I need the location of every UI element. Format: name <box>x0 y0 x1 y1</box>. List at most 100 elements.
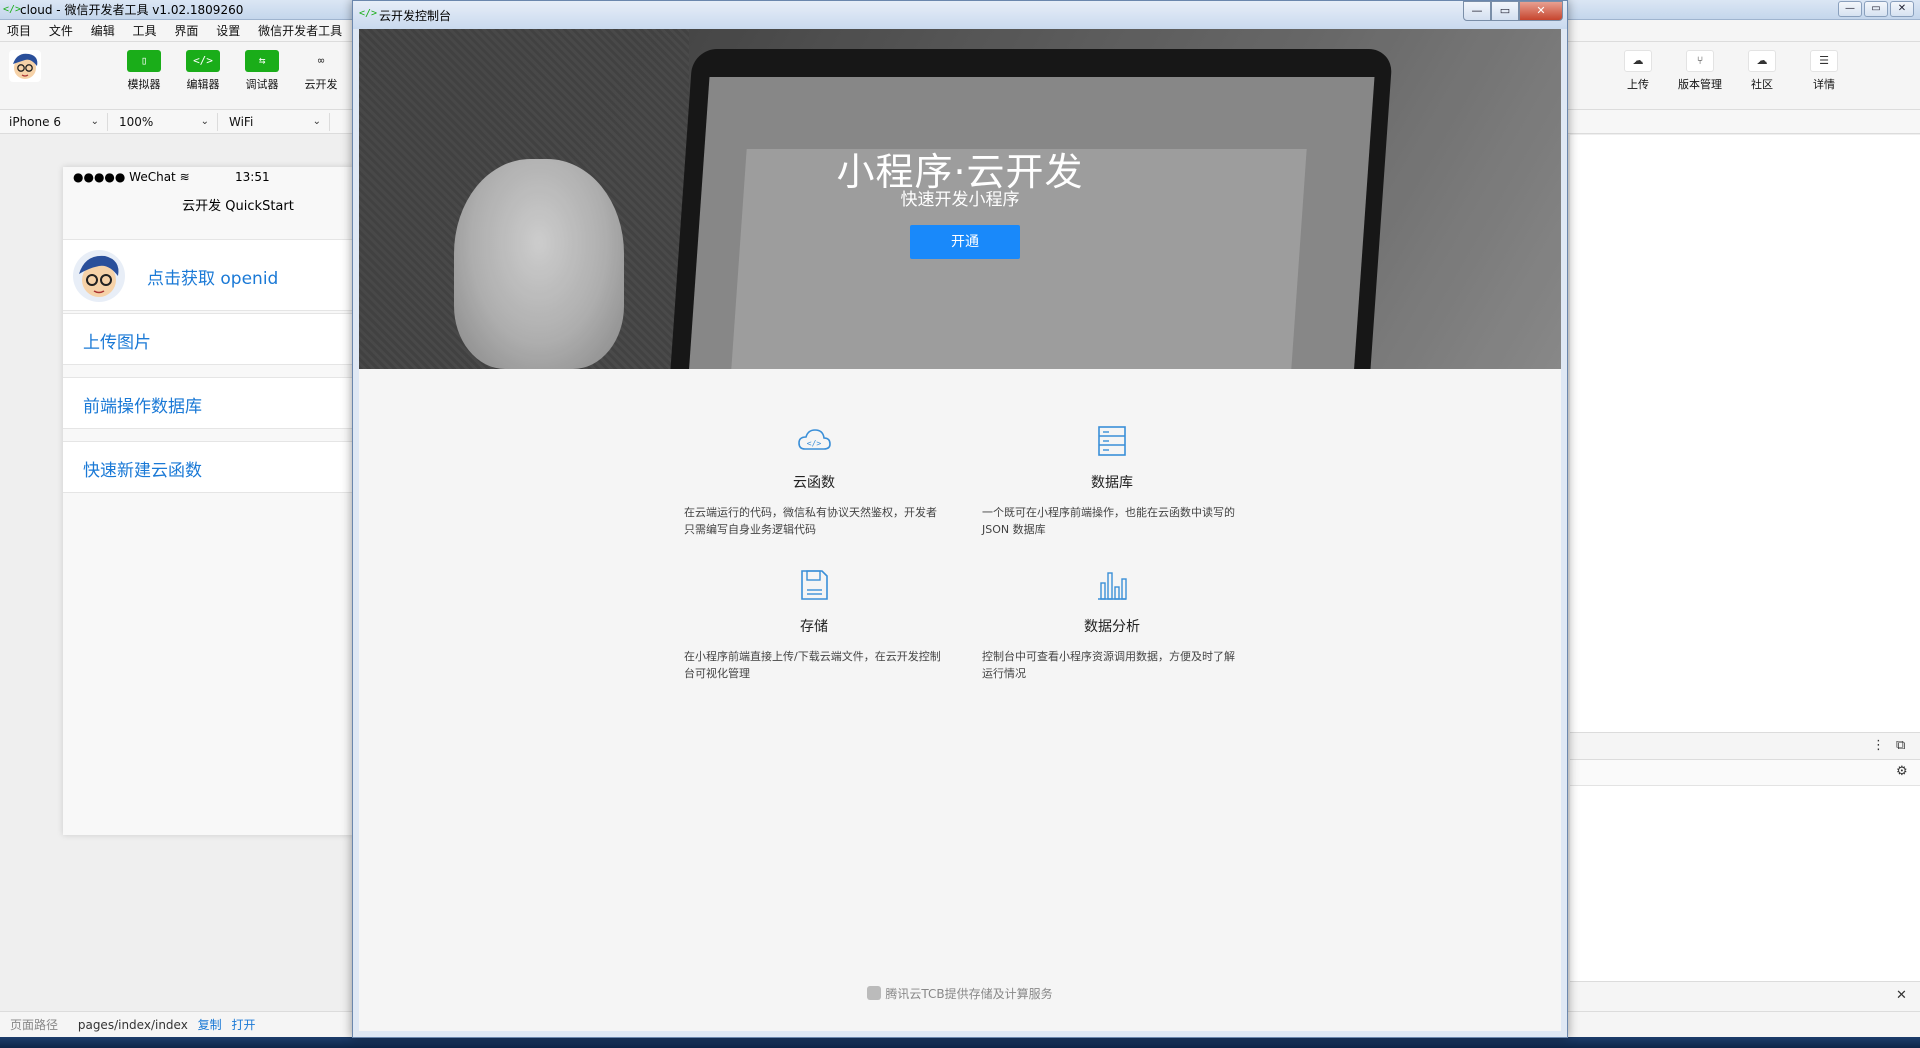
maximize-icon[interactable]: ▭ <box>1864 1 1888 17</box>
app-logo-icon: </> <box>359 8 378 19</box>
app-logo-icon: </> <box>3 4 22 15</box>
network-select[interactable]: WiFi ⌄ <box>220 113 330 131</box>
upload-icon: ☁ <box>1624 50 1652 72</box>
editor-label: 编辑器 <box>186 78 220 91</box>
version-icon: ⑂ <box>1686 50 1714 72</box>
close-icon[interactable]: ✕ <box>1519 1 1563 21</box>
user-avatar[interactable] <box>9 50 41 82</box>
debug-icon: ⇆ <box>245 50 279 72</box>
debug-panel-subheader: ⚙ <box>1570 760 1920 786</box>
debug-panel-header: ⋮ ⧉ <box>1570 732 1920 760</box>
wifi-icon: ≋ <box>179 170 190 184</box>
simulator-label: 模拟器 <box>127 78 161 91</box>
console-titlebar: </> 云开发控制台 — ▭ ✕ <box>353 1 1567 29</box>
storage-icon <box>801 570 828 600</box>
device-select[interactable]: iPhone 6 ⌄ <box>0 113 108 131</box>
zoom-select[interactable]: 100% ⌄ <box>110 113 218 131</box>
nav-title: 云开发 QuickStart <box>63 187 353 227</box>
menu-item-project[interactable]: 项目 <box>0 20 38 42</box>
analytics-icon <box>1098 572 1127 600</box>
feature-name: 数据分析 <box>1084 619 1140 635</box>
cloud-dev-button[interactable]: ∞ 云开发 <box>296 50 346 92</box>
maximize-icon[interactable]: ▭ <box>1491 1 1519 21</box>
chevron-down-icon: ⌄ <box>200 116 209 127</box>
avatar-icon <box>79 255 119 297</box>
minimize-icon[interactable]: — <box>1838 1 1862 17</box>
close-icon[interactable]: ✕ <box>1896 988 1907 1003</box>
cloud-dev-label: 云开发 <box>304 78 338 91</box>
frontend-db-text: 前端操作数据库 <box>83 397 202 417</box>
menu-item-tools[interactable]: 工具 <box>126 20 164 42</box>
minimize-icon[interactable]: — <box>1463 1 1491 21</box>
database-icon <box>1098 426 1126 456</box>
feature-desc: 在小程序前端直接上传/下载云端文件，在云开发控制台可视化管理 <box>684 650 941 680</box>
network-value: WiFi <box>229 115 254 129</box>
hero-subtitle: 快速开发小程序 <box>900 190 1020 210</box>
feature-name: 数据库 <box>1091 475 1133 491</box>
get-openid-item[interactable]: 点击获取 openid <box>63 239 353 311</box>
sim-avatar <box>73 250 125 302</box>
gear-icon[interactable]: ⚙ <box>1896 764 1908 779</box>
svg-text:</>: </> <box>807 439 822 448</box>
more-icon[interactable]: ⋮ <box>1872 738 1885 753</box>
phone-screen: ●●●●● WeChat ≋ 13:51 云开发 QuickStart 点击获取… <box>63 167 353 835</box>
menu-item-file[interactable]: 文件 <box>42 20 80 42</box>
feature-desc: 控制台中可查看小程序资源调用数据，方便及时了解运行情况 <box>982 650 1235 680</box>
open-path-link[interactable]: 打开 <box>231 1018 255 1032</box>
version-label: 版本管理 <box>1678 78 1722 91</box>
feature-storage: 存储 在小程序前端直接上传/下载云端文件，在云开发控制台可视化管理 <box>684 569 944 682</box>
hero-banner: 小程序·云开发 快速开发小程序 开通 <box>359 29 1561 369</box>
upload-image-item[interactable]: 上传图片 <box>63 313 353 365</box>
frontend-db-item[interactable]: 前端操作数据库 <box>63 377 353 429</box>
os-taskbar <box>0 1037 1920 1048</box>
ide-title: cloud - 微信开发者工具 v1.02.1809260 <box>20 3 244 17</box>
upload-label: 上传 <box>1627 78 1649 91</box>
menu-item-settings[interactable]: 设置 <box>209 20 247 42</box>
details-icon: ☰ <box>1810 50 1838 72</box>
feature-cloud-function: </> 云函数 在云端运行的代码，微信私有协议天然鉴权，开发者只需编写自身业务逻… <box>684 425 944 538</box>
feature-database: 数据库 一个既可在小程序前端操作，也能在云函数中读写的 JSON 数据库 <box>982 425 1242 538</box>
details-button[interactable]: ☰ 详情 <box>1796 50 1852 92</box>
close-icon[interactable]: ✕ <box>1890 1 1914 17</box>
chevron-down-icon: ⌄ <box>90 116 99 127</box>
console-window-controls: — ▭ ✕ <box>1463 1 1563 21</box>
editor-button[interactable]: </> 编辑器 <box>178 50 228 92</box>
feature-name: 云函数 <box>793 475 835 491</box>
get-openid-text: 点击获取 openid <box>147 269 279 289</box>
console-title: 云开发控制台 <box>379 9 452 23</box>
cloud-console-window: </> 云开发控制台 — ▭ ✕ 小程序·云开发 快速开发小程序 开通 </> … <box>352 0 1568 1038</box>
footer-text: 腾讯云TCB提供存储及计算服务 <box>885 987 1053 1001</box>
copy-path-link[interactable]: 复制 <box>198 1018 222 1032</box>
community-button[interactable]: ☁ 社区 <box>1734 50 1790 92</box>
dock-icon[interactable]: ⧉ <box>1896 738 1905 753</box>
carrier-text: ●●●●● WeChat ≋ <box>73 170 190 184</box>
menu-item-view[interactable]: 界面 <box>167 20 205 42</box>
cloud-function-icon: </> <box>798 429 831 450</box>
menu-item-devtools[interactable]: 微信开发者工具 <box>251 20 349 42</box>
upload-image-text: 上传图片 <box>83 333 151 353</box>
right-panel: ⋮ ⧉ ⚙ ✕ <box>1570 135 1920 1011</box>
new-cloud-function-text: 快速新建云函数 <box>83 461 202 481</box>
debugger-button[interactable]: ⇆ 调试器 <box>237 50 287 92</box>
upload-button[interactable]: ☁ 上传 <box>1610 50 1666 92</box>
simulator-area: ●●●●● WeChat ≋ 13:51 云开发 QuickStart 点击获取… <box>0 135 353 1011</box>
cloud-link-icon: ∞ <box>317 54 325 67</box>
version-button[interactable]: ⑂ 版本管理 <box>1672 50 1728 92</box>
device-value: iPhone 6 <box>9 115 61 129</box>
zoom-value: 100% <box>119 115 154 129</box>
simulator-button[interactable]: ▯ 模拟器 <box>119 50 169 92</box>
path-label: 页面路径 <box>10 1018 59 1032</box>
phone-status-bar: ●●●●● WeChat ≋ 13:51 <box>63 167 353 187</box>
new-cloud-function-item[interactable]: 快速新建云函数 <box>63 441 353 493</box>
status-time: 13:51 <box>235 170 270 184</box>
phone-icon: ▯ <box>127 50 161 72</box>
tencent-cloud-icon <box>867 986 882 1000</box>
open-service-button[interactable]: 开通 <box>910 225 1020 259</box>
chevron-down-icon: ⌄ <box>312 116 321 127</box>
menu-item-edit[interactable]: 编辑 <box>84 20 122 42</box>
ide-window-controls: — ▭ ✕ <box>1838 1 1914 17</box>
path-value: pages/index/index <box>77 1018 188 1032</box>
feature-analytics: 数据分析 控制台中可查看小程序资源调用数据，方便及时了解运行情况 <box>982 569 1242 682</box>
avatar-icon <box>13 53 38 79</box>
code-icon: </> <box>186 50 220 72</box>
